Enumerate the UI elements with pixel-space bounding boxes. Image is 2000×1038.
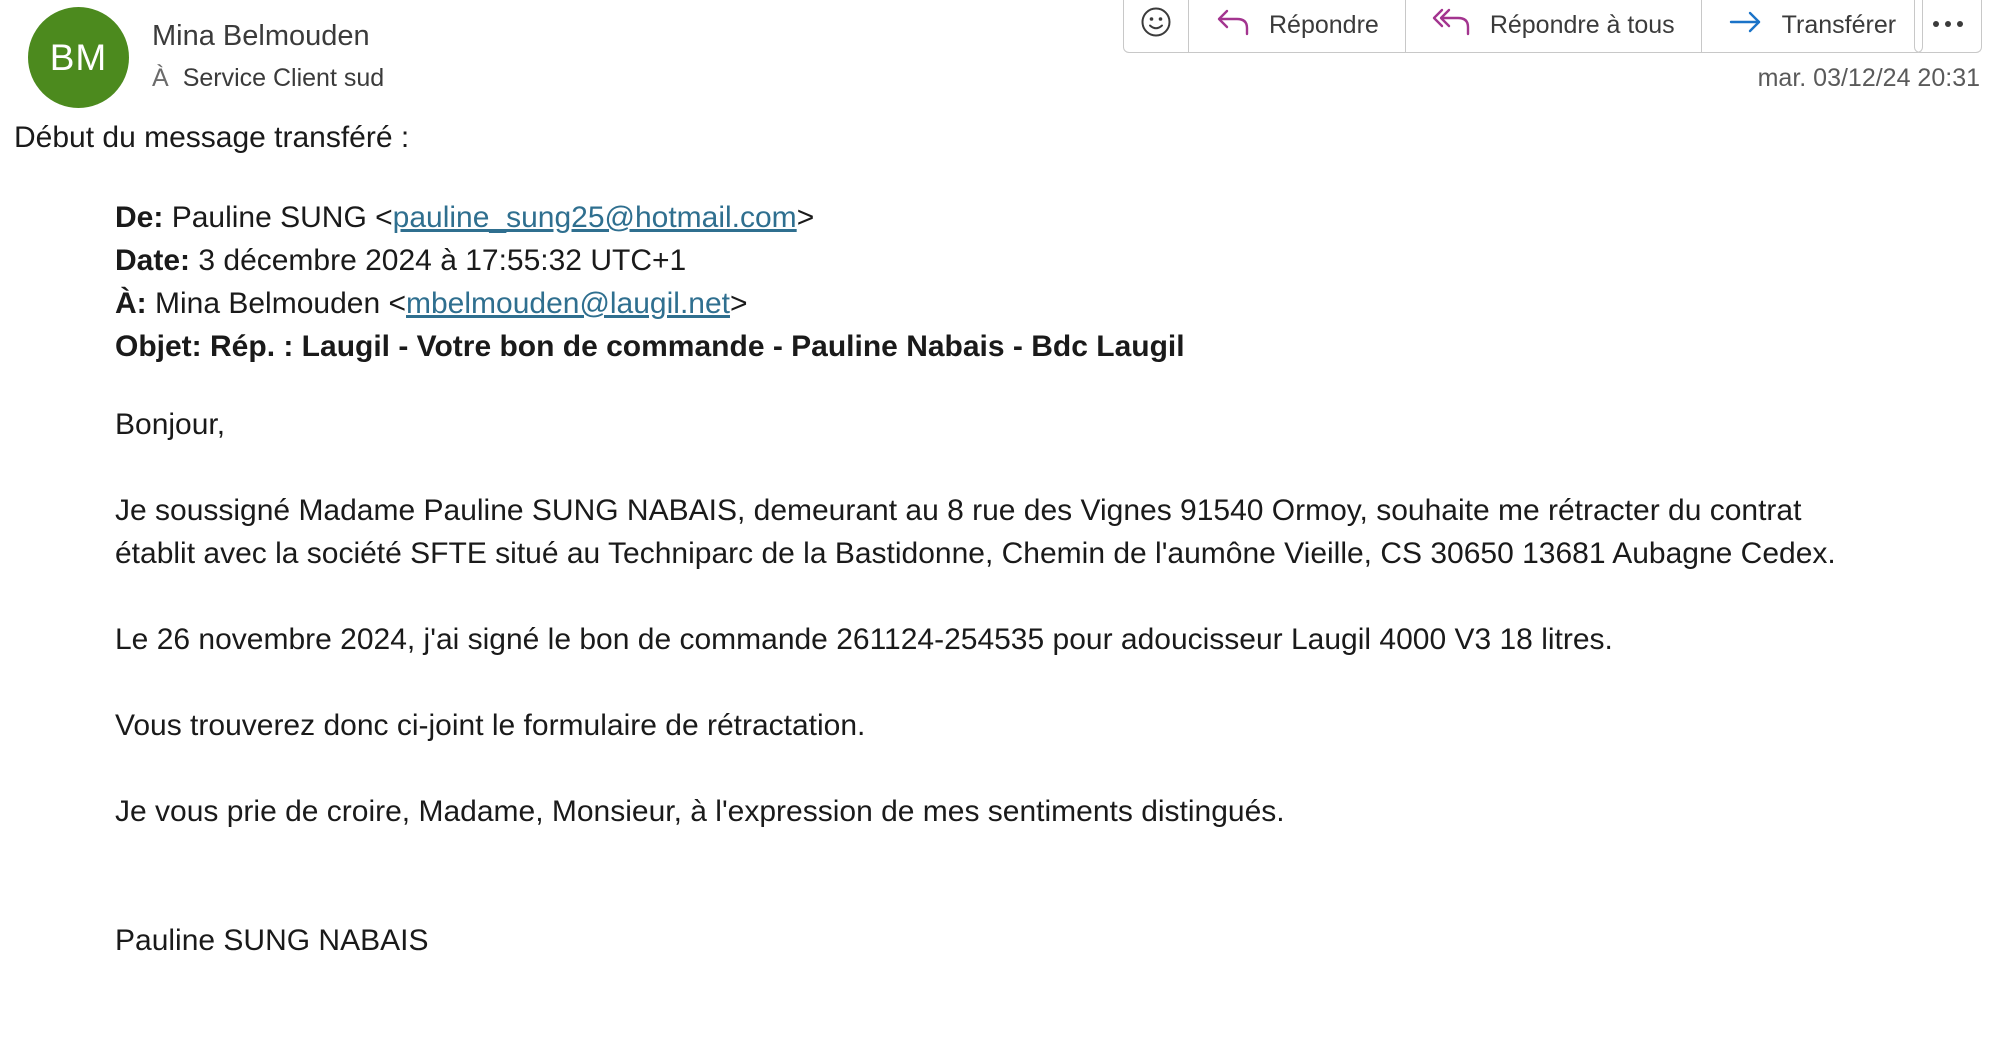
avatar-initials: BM (49, 36, 108, 78)
to-label: À (152, 64, 169, 92)
closing: Je vous prie de croire, Madame, Monsieur… (115, 795, 1285, 828)
forwarded-to-name: Mina Belmouden < (155, 287, 406, 320)
forward-button[interactable]: Transférer (1702, 0, 1922, 52)
smiley-icon (1140, 6, 1172, 45)
forwarded-subject-row: Objet: Rép. : Laugil - Votre bon de comm… (115, 325, 1975, 368)
greeting: Bonjour, (115, 408, 226, 441)
more-icon (1931, 16, 1965, 34)
more-actions-button[interactable] (1914, 0, 1982, 53)
paragraph-withdrawal-line-2: établit avec la société SFTE situé au Te… (115, 537, 1836, 570)
reply-button[interactable]: Répondre (1189, 0, 1406, 52)
sender-name[interactable]: Mina Belmouden (152, 20, 370, 53)
reply-all-icon (1432, 6, 1472, 45)
date-value: 3 décembre 2024 à 17:55:32 UTC+1 (198, 244, 687, 277)
signature: Pauline SUNG NABAIS (115, 924, 429, 957)
recipient-line: À Service Client sud (152, 64, 384, 93)
from-suffix: > (796, 201, 815, 234)
reply-icon (1215, 6, 1251, 45)
from-label: De: (115, 201, 164, 234)
message-toolbar: Répondre Répondre à tous Transférer (1123, 0, 1924, 53)
forwarded-from-row: De: Pauline SUNG <pauline_sung25@hotmail… (115, 196, 1975, 239)
from-name: Pauline SUNG < (171, 201, 393, 234)
forward-label: Transférer (1781, 10, 1897, 39)
to-email-link[interactable]: mbelmouden@laugil.net (406, 287, 730, 320)
forward-intro: Début du message transféré : (14, 121, 410, 154)
reply-label: Répondre (1269, 10, 1379, 39)
paragraph-attachment: Vous trouverez donc ci-joint le formulai… (115, 709, 866, 742)
from-email-link[interactable]: pauline_sung25@hotmail.com (393, 201, 797, 234)
recipient-name[interactable]: Service Client sud (183, 64, 384, 93)
subject-label: Objet: (115, 330, 202, 363)
reaction-button[interactable] (1124, 0, 1189, 52)
avatar[interactable]: BM (28, 7, 129, 108)
forwarded-header: De: Pauline SUNG <pauline_sung25@hotmail… (115, 196, 1975, 368)
paragraph-order: Le 26 novembre 2024, j'ai signé le bon d… (115, 623, 1613, 656)
forwarded-to-row: À: Mina Belmouden <mbelmouden@laugil.net… (115, 282, 1975, 325)
date-label: Date: (115, 244, 191, 277)
to-suffix: > (729, 287, 748, 320)
reply-all-label: Répondre à tous (1489, 10, 1675, 39)
paragraph-withdrawal: Je soussigné Madame Pauline SUNG NABAIS,… (115, 489, 1975, 575)
paragraph-withdrawal-line-1: Je soussigné Madame Pauline SUNG NABAIS,… (115, 494, 1802, 527)
message-body: Bonjour, Je soussigné Madame Pauline SUN… (115, 403, 1975, 962)
forwarded-date-row: Date: 3 décembre 2024 à 17:55:32 UTC+1 (115, 239, 1975, 282)
email-reading-pane: BM Mina Belmouden À Service Client sud R… (0, 0, 2000, 1038)
subject-value: Rép. : Laugil - Votre bon de commande - … (210, 330, 1185, 363)
reply-all-button[interactable]: Répondre à tous (1406, 0, 1702, 52)
forwarded-to-label: À: (115, 287, 147, 320)
forward-icon (1728, 6, 1764, 45)
message-timestamp: mar. 03/12/24 20:31 (1757, 64, 1980, 92)
